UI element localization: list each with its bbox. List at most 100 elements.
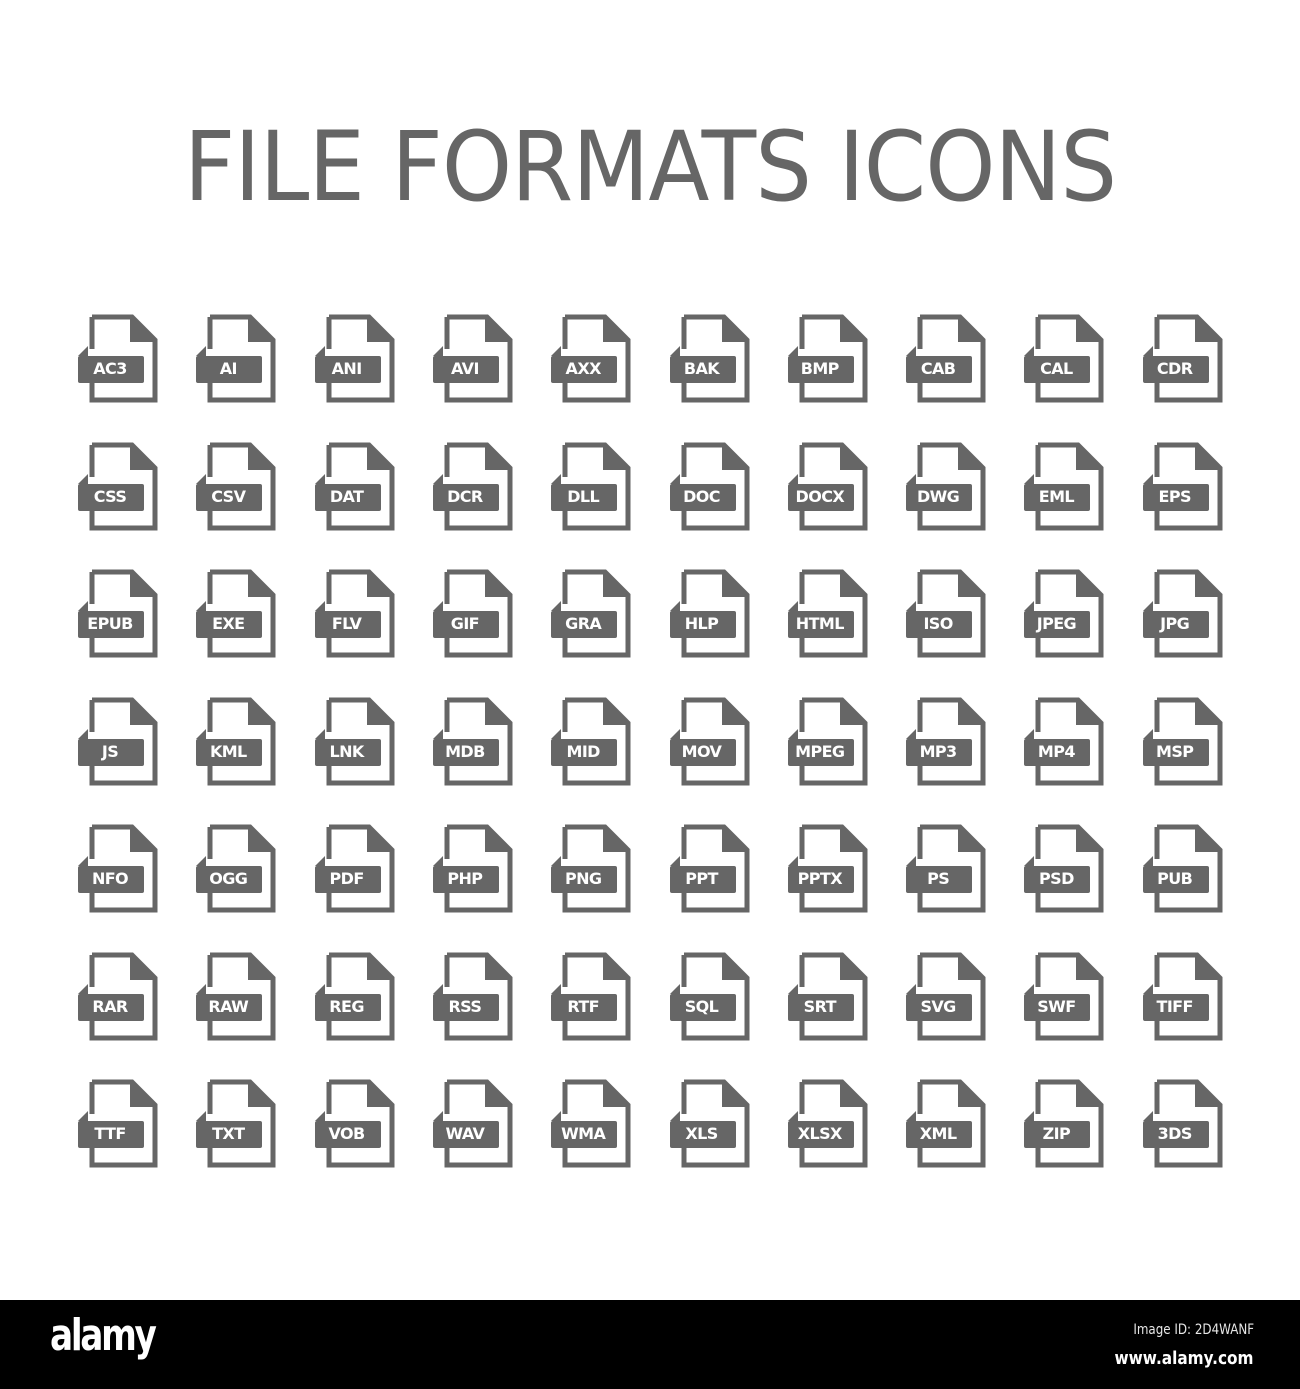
file-icon-mid[interactable]: MID: [548, 696, 632, 786]
file-icon-3ds[interactable]: 3DS: [1140, 1078, 1224, 1168]
file-icon-svg[interactable]: SVG: [903, 951, 987, 1041]
file-icon-dwg[interactable]: DWG: [903, 441, 987, 531]
file-icon-ps[interactable]: PS: [903, 823, 987, 913]
file-extension-label: AVI: [450, 359, 479, 378]
file-icon-flv[interactable]: FLV: [312, 568, 396, 658]
file-icon-bak[interactable]: BAK: [667, 313, 751, 403]
file-extension-label: TIFF: [1156, 996, 1194, 1016]
file-icon-zip[interactable]: ZIP: [1021, 1078, 1105, 1168]
file-icon-gra[interactable]: GRA: [548, 568, 632, 658]
file-icon-pdf[interactable]: PDF: [312, 823, 396, 913]
file-extension-label: ZIP: [1042, 1124, 1071, 1143]
file-extension-label: JPEG: [1036, 614, 1077, 633]
file-extension-label: PPTX: [797, 869, 843, 888]
file-icon-eps[interactable]: EPS: [1140, 441, 1224, 531]
file-extension-label: PUB: [1157, 869, 1193, 888]
file-icon-msp[interactable]: MSP: [1140, 696, 1224, 786]
file-icon-ai[interactable]: AI: [193, 313, 277, 403]
file-extension-label: LNK: [329, 741, 365, 761]
file-icon-tiff[interactable]: TIFF: [1140, 951, 1224, 1041]
file-icon-xlsx[interactable]: XLSX: [785, 1078, 869, 1168]
file-icon-iso[interactable]: ISO: [903, 568, 987, 658]
file-icon-srt[interactable]: SRT: [785, 951, 869, 1041]
file-icon-xml[interactable]: XML: [903, 1078, 987, 1168]
file-icon-gif[interactable]: GIF: [430, 568, 514, 658]
file-icon-mpeg[interactable]: MPEG: [785, 696, 869, 786]
file-extension-label: SWF: [1037, 996, 1076, 1016]
file-icon-reg[interactable]: REG: [312, 951, 396, 1041]
file-icon-xls[interactable]: XLS: [667, 1078, 751, 1168]
file-icon-dat[interactable]: DAT: [312, 441, 396, 531]
file-icon-php[interactable]: PHP: [430, 823, 514, 913]
file-icon-css[interactable]: CSS: [75, 441, 159, 531]
file-icon-mov[interactable]: MOV: [667, 696, 751, 786]
file-icon-avi[interactable]: AVI: [430, 313, 514, 403]
file-icon-pptx[interactable]: PPTX: [785, 823, 869, 913]
file-icon-jpeg[interactable]: JPEG: [1021, 568, 1105, 658]
file-icon-ttf[interactable]: TTF: [75, 1078, 159, 1168]
file-icon-mdb[interactable]: MDB: [430, 696, 514, 786]
file-icon-pub[interactable]: PUB: [1140, 823, 1224, 913]
file-icon-cdr[interactable]: CDR: [1140, 313, 1224, 403]
file-icon-mp4[interactable]: MP4: [1021, 696, 1105, 786]
file-extension-label: VOB: [328, 1124, 366, 1143]
file-icon-epub[interactable]: EPUB: [75, 568, 159, 658]
file-icon-ogg[interactable]: OGG: [193, 823, 277, 913]
file-icon-axx[interactable]: AXX: [548, 313, 632, 403]
file-icon-eml[interactable]: EML: [1021, 441, 1105, 531]
file-icon-jpg[interactable]: JPG: [1140, 568, 1224, 658]
file-extension-label: RSS: [448, 996, 482, 1016]
file-extension-label: CSV: [211, 486, 246, 506]
file-icon-exe[interactable]: EXE: [193, 568, 277, 658]
file-icon-swf[interactable]: SWF: [1021, 951, 1105, 1041]
file-icon-nfo[interactable]: NFO: [75, 823, 159, 913]
file-icon-cal[interactable]: CAL: [1021, 313, 1105, 403]
file-extension-label: KML: [209, 741, 247, 761]
file-extension-label: NFO: [91, 869, 129, 888]
file-icon-doc[interactable]: DOC: [667, 441, 751, 531]
file-extension-label: JS: [101, 741, 119, 761]
file-icon-raw[interactable]: RAW: [193, 951, 277, 1041]
file-icon-sql[interactable]: SQL: [667, 951, 751, 1041]
file-extension-label: MP4: [1037, 741, 1076, 761]
file-extension-label: FLV: [331, 614, 362, 633]
file-icon-docx[interactable]: DOCX: [785, 441, 869, 531]
file-extension-label: MID: [566, 741, 601, 761]
file-icon-wav[interactable]: WAV: [430, 1078, 514, 1168]
file-icon-rar[interactable]: RAR: [75, 951, 159, 1041]
file-extension-label: EXE: [212, 614, 245, 633]
file-extension-label: OGG: [209, 869, 248, 888]
file-icon-html[interactable]: HTML: [785, 568, 869, 658]
file-extension-label: PNG: [564, 869, 602, 888]
file-extension-label: WAV: [445, 1124, 485, 1143]
file-icon-txt[interactable]: TXT: [193, 1078, 277, 1168]
file-extension-label: CSS: [93, 486, 127, 506]
file-extension-label: DLL: [567, 486, 600, 506]
file-extension-label: RAW: [208, 996, 249, 1016]
file-extension-label: ANI: [331, 359, 363, 378]
file-extension-label: DOCX: [795, 486, 845, 506]
file-icon-rss[interactable]: RSS: [430, 951, 514, 1041]
file-extension-label: JPG: [1160, 614, 1190, 633]
file-icon-cab[interactable]: CAB: [903, 313, 987, 403]
file-icon-mp3[interactable]: MP3: [903, 696, 987, 786]
file-icon-vob[interactable]: VOB: [312, 1078, 396, 1168]
file-icon-hlp[interactable]: HLP: [667, 568, 751, 658]
file-extension-label: MP3: [919, 741, 958, 761]
file-icon-ppt[interactable]: PPT: [667, 823, 751, 913]
file-icon-dcr[interactable]: DCR: [430, 441, 514, 531]
file-icon-kml[interactable]: KML: [193, 696, 277, 786]
file-icon-wma[interactable]: WMA: [548, 1078, 632, 1168]
file-icon-bmp[interactable]: BMP: [785, 313, 869, 403]
file-icon-csv[interactable]: CSV: [193, 441, 277, 531]
image-id-text: Image ID: 2D4WANF: [1133, 1322, 1254, 1338]
file-icon-ani[interactable]: ANI: [312, 313, 396, 403]
file-icon-rtf[interactable]: RTF: [548, 951, 632, 1041]
file-icon-ac3[interactable]: AC3: [75, 313, 159, 403]
file-icon-js[interactable]: JS: [75, 696, 159, 786]
file-icon-dll[interactable]: DLL: [548, 441, 632, 531]
file-extension-label: PSD: [1039, 869, 1074, 888]
file-icon-png[interactable]: PNG: [548, 823, 632, 913]
file-icon-psd[interactable]: PSD: [1021, 823, 1105, 913]
file-icon-lnk[interactable]: LNK: [312, 696, 396, 786]
